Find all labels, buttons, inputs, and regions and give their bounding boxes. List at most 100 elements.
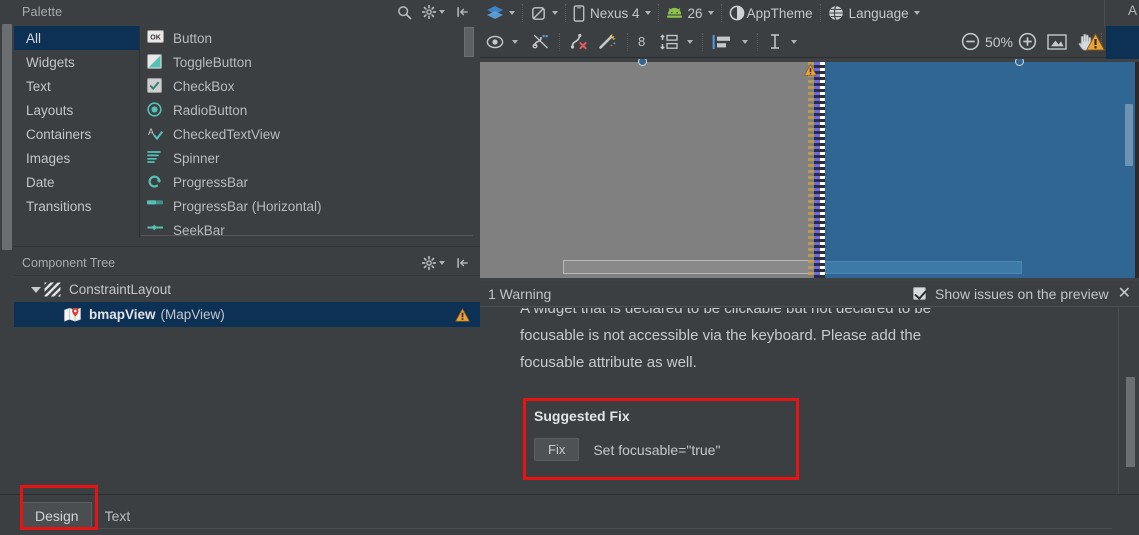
toolbar-separator	[720, 4, 722, 22]
palette-item-togglebutton[interactable]: ToggleButton	[141, 50, 473, 74]
api-level-label: 26	[687, 5, 703, 21]
component-tree: ConstraintLayout bmapView (MapView)	[14, 277, 480, 479]
palette-item-checkbox[interactable]: CheckBox	[141, 74, 473, 98]
palette-item-label: RadioButton	[173, 102, 248, 118]
pack-select[interactable]	[659, 33, 694, 50]
toolbar-separator	[657, 4, 659, 22]
language-select[interactable]: Language	[828, 5, 920, 21]
chevron-down-icon	[707, 11, 714, 15]
palette-item-progressbar[interactable]: ProgressBar	[141, 170, 473, 194]
palette-item-list: OK Button ToggleButton CheckBox RadioBut…	[141, 26, 473, 238]
palette-category-layouts[interactable]: Layouts	[14, 98, 139, 122]
canvas-warning-icon[interactable]	[804, 64, 817, 76]
resize-handle-top-blueprint[interactable]	[1015, 59, 1024, 66]
left-scrollbar-thumb[interactable]	[2, 24, 12, 250]
api-level-select[interactable]: 26	[666, 6, 714, 21]
tab-label: Text	[104, 507, 131, 524]
collapse-panel-icon[interactable]	[455, 5, 470, 19]
issues-scrollbar-thumb[interactable]	[1126, 377, 1135, 467]
design-toolbar-secondary: 8 50%	[480, 26, 1139, 58]
chevron-down-icon	[742, 39, 749, 44]
canvas-scrollbar-thumb[interactable]	[1125, 104, 1133, 166]
collapse-panel-icon[interactable]	[455, 256, 470, 270]
palette-category-list: All Widgets Text Layouts Containers Imag…	[14, 26, 140, 238]
palette-item-button[interactable]: OK Button	[141, 26, 473, 50]
tree-node-type: (MapView)	[160, 307, 225, 322]
chevron-down-icon	[791, 39, 798, 44]
palette-category-date[interactable]: Date	[14, 170, 139, 194]
toolbar-separator	[702, 32, 704, 51]
palette-item-progressbar-horizontal[interactable]: ProgressBar (Horizontal)	[141, 194, 473, 218]
chevron-down-icon	[512, 39, 518, 44]
issues-panel-header: 1 Warning Show issues on the preview ✕	[480, 281, 1139, 307]
chevron-down-icon	[913, 11, 920, 15]
chevron-down-icon	[644, 11, 651, 15]
expand-twisty-icon[interactable]	[28, 286, 44, 293]
hide-constraints-icon[interactable]	[532, 33, 550, 50]
device-select[interactable]: Nexus 4	[573, 4, 651, 22]
tab-design[interactable]: Design	[22, 502, 92, 529]
zoom-out-icon[interactable]	[961, 32, 980, 51]
tab-text[interactable]: Text	[92, 502, 144, 529]
design-editor-panel: Nexus 4 26 AppTheme Language 8 50% 1 War…	[480, 0, 1139, 494]
progressbar-horizontal-icon	[147, 198, 167, 214]
category-label: Text	[26, 78, 51, 94]
design-surface[interactable]	[480, 59, 822, 278]
theme-select[interactable]: AppTheme	[729, 5, 813, 21]
fix-button[interactable]: Fix	[534, 438, 580, 461]
align-select[interactable]	[712, 34, 749, 50]
chevron-down-icon	[439, 10, 445, 14]
fix-description: Set focusable="true"	[593, 441, 721, 458]
infer-constraints-icon[interactable]	[598, 33, 617, 50]
palette-item-spinner[interactable]: Spinner	[141, 146, 473, 170]
show-issues-checkbox[interactable]	[913, 287, 927, 300]
progressbar-icon	[147, 174, 167, 190]
component-tree-gear-icon[interactable]	[422, 255, 445, 270]
right-toolwindow-label: A	[1128, 3, 1138, 18]
design-mode-select[interactable]	[486, 5, 515, 21]
palette-category-text[interactable]: Text	[14, 74, 139, 98]
zoom-to-fit-icon[interactable]	[1047, 33, 1067, 50]
orientation-select[interactable]	[530, 5, 558, 22]
search-icon[interactable]	[397, 5, 412, 20]
tree-node-bmapview[interactable]: bmapView (MapView)	[14, 302, 480, 327]
toolbar-warning-icon[interactable]	[1086, 33, 1105, 51]
guideline-select[interactable]	[767, 33, 798, 50]
constraintlayout-icon	[44, 282, 64, 298]
view-options-select[interactable]	[486, 35, 518, 49]
tab-label: Design	[35, 508, 79, 524]
panel-divider[interactable]	[14, 246, 480, 247]
palette-category-all[interactable]: All	[14, 26, 139, 50]
palette-bottom-rule	[141, 235, 473, 236]
palette-item-label: ToggleButton	[173, 54, 252, 70]
palette-category-images[interactable]: Images	[14, 146, 139, 170]
palette-category-containers[interactable]: Containers	[14, 122, 139, 146]
android-studio-layout-editor: Palette All Widgets Text Layouts Contain…	[0, 0, 1139, 535]
resize-handle-top[interactable]	[638, 59, 647, 66]
palette-category-widgets[interactable]: Widgets	[14, 50, 139, 74]
palette-scrollbar[interactable]	[464, 27, 474, 239]
zoom-in-icon[interactable]	[1018, 32, 1037, 51]
clear-constraints-icon[interactable]	[569, 33, 588, 50]
palette-title: Palette	[22, 5, 63, 19]
layout-preview-canvas[interactable]	[480, 59, 1139, 281]
palette-item-label: ProgressBar (Horizontal)	[173, 198, 322, 214]
palette-category-transitions[interactable]: Transitions	[14, 194, 139, 218]
palette-gear-icon[interactable]	[422, 5, 445, 19]
design-toolbar-primary: Nexus 4 26 AppTheme Language	[480, 0, 1139, 26]
palette-scrollbar-thumb[interactable]	[464, 27, 474, 57]
svg-text:OK: OK	[150, 34, 161, 41]
palette-item-checkedtextview[interactable]: A CheckedTextView	[141, 122, 473, 146]
tree-node-constraintlayout[interactable]: ConstraintLayout	[14, 277, 480, 302]
tree-node-warning-icon[interactable]	[455, 307, 480, 322]
blueprint-surface[interactable]	[825, 59, 1135, 278]
default-margin-value[interactable]: 8	[638, 34, 645, 49]
palette-item-radiobutton[interactable]: RadioButton	[141, 98, 473, 122]
left-edge-scrollbar[interactable]	[0, 24, 14, 494]
close-icon[interactable]: ✕	[1118, 285, 1131, 302]
toggle-button-icon	[147, 54, 167, 70]
category-label: Transitions	[26, 198, 92, 214]
component-tree-header: Component Tree	[14, 250, 480, 276]
ok-button-icon: OK	[147, 30, 167, 46]
palette-item-label: Button	[173, 30, 213, 46]
